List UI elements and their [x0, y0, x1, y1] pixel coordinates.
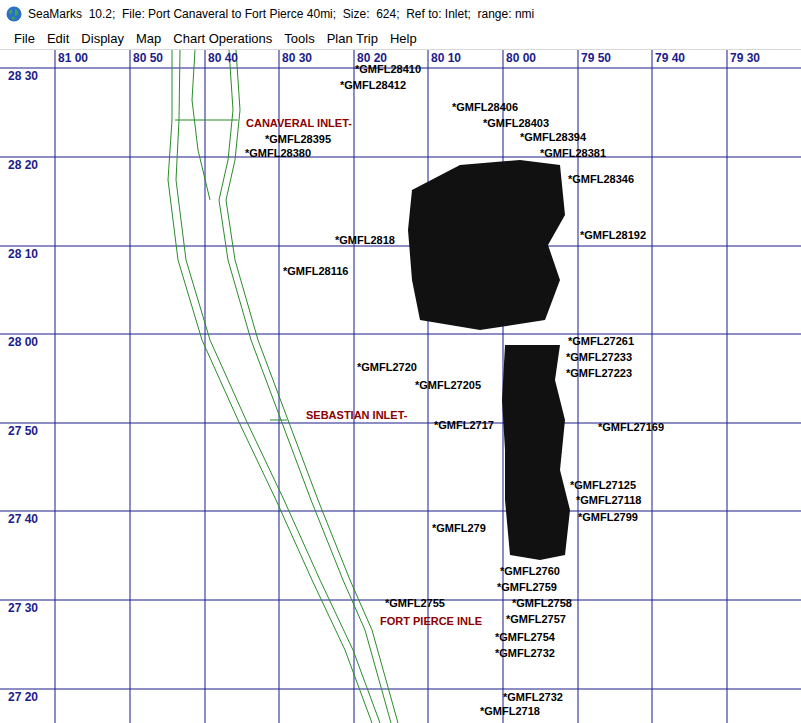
longitude-label: 79 50: [581, 51, 611, 65]
seamark-label[interactable]: *GMFL27118: [576, 493, 641, 507]
seamark-label[interactable]: *GMFL28395: [265, 132, 331, 146]
mark-cluster: [502, 345, 570, 560]
seamark-label[interactable]: *GMFL28381: [540, 146, 606, 160]
parallel-line: [0, 423, 801, 424]
longitude-label: 80 20: [357, 51, 387, 65]
seamark-label[interactable]: *GMFL2720: [357, 360, 417, 374]
seamark-label[interactable]: *GMFL27125: [570, 478, 636, 492]
seamark-label[interactable]: *GMFL2718: [480, 704, 540, 718]
longitude-label: 80 30: [282, 51, 312, 65]
latitude-label: 28 30: [8, 69, 38, 83]
inlet-label[interactable]: SEBASTIAN INLET-: [306, 408, 407, 422]
seamark-label[interactable]: *GMFL27169: [598, 420, 664, 434]
coastline: [175, 120, 238, 121]
longitude-label: 79 30: [730, 51, 760, 65]
coastline: [219, 50, 391, 723]
seamark-label[interactable]: *GMFL28380: [245, 146, 311, 160]
latitude-label: 27 20: [8, 690, 38, 704]
seamark-label[interactable]: *GMFL2732: [495, 646, 555, 660]
seamark-label[interactable]: *GMFL2717: [434, 418, 494, 432]
coastline: [270, 420, 287, 421]
meridian-line: [205, 50, 206, 723]
seamark-label[interactable]: *GMFL28412: [340, 78, 406, 92]
parallel-line: [0, 689, 801, 690]
seamark-label[interactable]: *GMFL28116: [283, 264, 348, 278]
menu-item[interactable]: Chart Operations: [173, 31, 272, 46]
longitude-label: 80 50: [133, 51, 163, 65]
longitude-label: 79 40: [655, 51, 685, 65]
latitude-label: 27 30: [8, 601, 38, 615]
meridian-line: [652, 50, 653, 723]
seamark-label[interactable]: *GMFL2799: [578, 510, 638, 524]
seamark-label[interactable]: *GMFL28410: [355, 62, 421, 76]
chart-map[interactable]: 81 00 80 50 80 40 80 30 80 20 80 10 80 00 79 50…: [0, 50, 801, 723]
menu-item[interactable]: File: [14, 31, 35, 46]
menu-item[interactable]: Help: [390, 31, 417, 46]
seamark-label[interactable]: *GMFL27223: [566, 366, 632, 380]
seamark-label[interactable]: *GMFL28406: [452, 100, 518, 114]
parallel-line: [0, 334, 801, 335]
latitude-label: 27 40: [8, 512, 38, 526]
longitude-label: 80 40: [208, 51, 238, 65]
longitude-label: 81 00: [58, 51, 88, 65]
window-title: SeaMarks 10.2; File: Port Canaveral to F…: [28, 7, 534, 21]
inlet-label[interactable]: FORT PIERCE INLE: [380, 614, 482, 628]
coastline: [226, 50, 398, 723]
seamark-label[interactable]: *GMFL2755: [385, 596, 445, 610]
parallel-line: [0, 511, 801, 512]
coastline: [168, 50, 372, 723]
seamark-label[interactable]: *GMFL28346: [568, 172, 634, 186]
meridian-line: [55, 50, 56, 723]
parallel-line: [0, 157, 801, 158]
mark-cluster: [408, 160, 565, 330]
latitude-label: 28 20: [8, 158, 38, 172]
title-bar: SeaMarks 10.2; File: Port Canaveral to F…: [0, 0, 801, 28]
inlet-label[interactable]: CANAVERAL INLET-: [246, 116, 352, 130]
parallel-line: [0, 246, 801, 247]
seamark-label[interactable]: *GMFL2760: [500, 564, 560, 578]
menu-item[interactable]: Edit: [47, 31, 69, 46]
meridian-line: [727, 50, 728, 723]
seamark-label[interactable]: *GMFL279: [432, 521, 486, 535]
latitude-label: 28 10: [8, 247, 38, 261]
seamark-label[interactable]: *GMFL2759: [497, 580, 557, 594]
seamark-label[interactable]: *GMFL28192: [580, 228, 646, 242]
menu-item[interactable]: Tools: [284, 31, 314, 46]
coastline: [176, 50, 380, 723]
seamark-label[interactable]: *GMFL27261: [568, 334, 634, 348]
menu-item[interactable]: Map: [136, 31, 161, 46]
seamark-label[interactable]: *GMFL2732: [503, 690, 563, 704]
app-window: SeaMarks 10.2; File: Port Canaveral to F…: [0, 0, 801, 723]
globe-icon: [6, 6, 22, 22]
menu-item[interactable]: Plan Trip: [327, 31, 378, 46]
seamark-label[interactable]: *GMFL2757: [506, 612, 566, 626]
longitude-label: 80 10: [431, 51, 461, 65]
seamark-label[interactable]: *GMFL27233: [566, 350, 632, 364]
seamark-label[interactable]: *GMFL2818: [335, 233, 395, 247]
coastline: [192, 50, 210, 200]
seamark-label[interactable]: *GMFL2758: [512, 596, 572, 610]
seamark-label[interactable]: *GMFL28394: [520, 130, 586, 144]
longitude-label: 80 00: [506, 51, 536, 65]
latitude-label: 27 50: [8, 424, 38, 438]
seamark-label[interactable]: *GMFL2754: [495, 630, 555, 644]
seamark-label[interactable]: *GMFL27205: [415, 378, 481, 392]
meridian-line: [354, 50, 355, 723]
menu-item[interactable]: Display: [81, 31, 124, 46]
menu-bar: File Edit Display Map Chart Operations Tools P…: [0, 28, 801, 50]
meridian-line: [130, 50, 131, 723]
latitude-label: 28 00: [8, 335, 38, 349]
seamark-label[interactable]: *GMFL28403: [483, 116, 549, 130]
